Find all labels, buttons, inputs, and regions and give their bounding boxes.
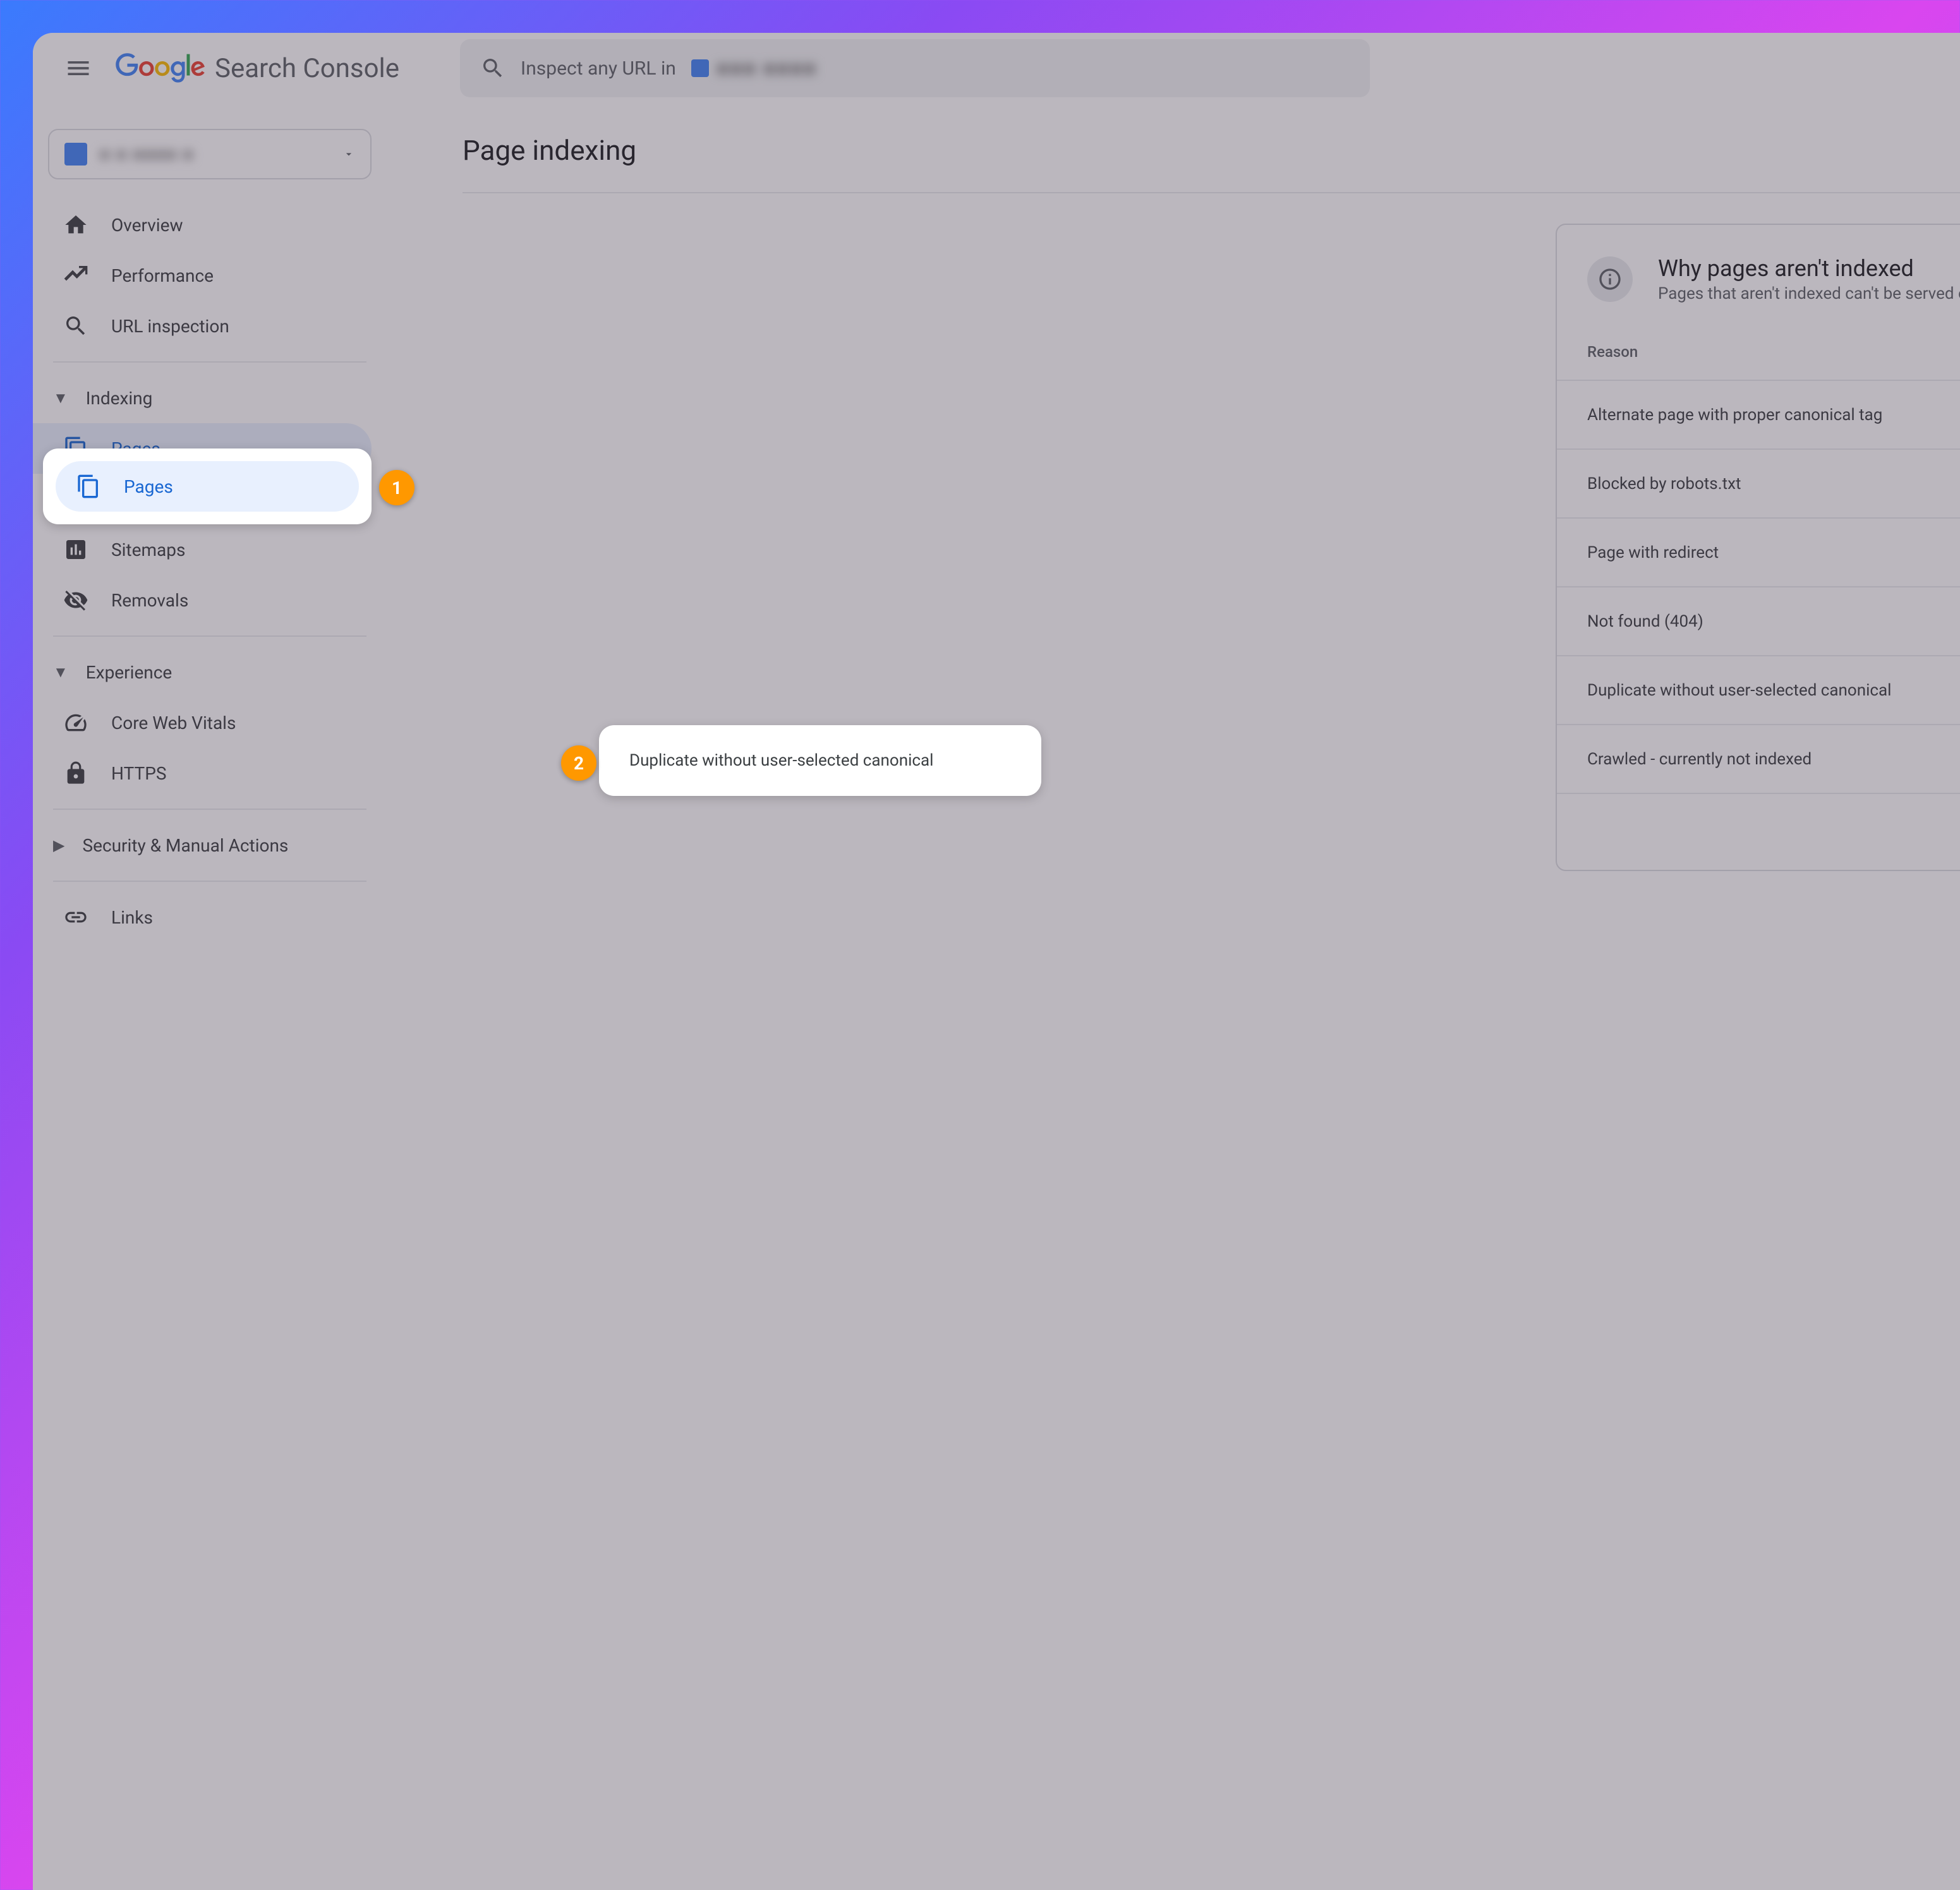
cell-reason: Duplicate without user-selected canonica…: [1557, 656, 1960, 725]
nav-performance[interactable]: Performance: [33, 250, 372, 301]
card-subtitle: Pages that aren't indexed can't be serve…: [1658, 284, 1960, 303]
cell-reason: Blocked by robots.txt: [1557, 449, 1960, 518]
link-icon: [63, 905, 88, 930]
cell-reason: Crawled - currently not indexed: [1557, 725, 1960, 793]
section-indexing[interactable]: ▼ Indexing: [33, 373, 387, 423]
lock-icon: [63, 761, 88, 786]
chevron-down-icon: ▼: [53, 389, 68, 407]
property-favicon-icon: [64, 143, 87, 166]
search-icon: [63, 313, 88, 339]
table-row[interactable]: Page with redirect Website ! Not Started…: [1557, 518, 1960, 587]
nav-videos[interactable]: Videos: [33, 474, 372, 524]
removals-icon: [63, 587, 88, 613]
sitemaps-icon: [63, 537, 88, 562]
col-reason[interactable]: Reason: [1557, 323, 1960, 380]
table-row[interactable]: Alternate page with proper canonical tag…: [1557, 380, 1960, 449]
pages-icon: [63, 436, 88, 461]
indexing-reasons-table: Reason Source ? Validation ↓ Trend Pages: [1557, 323, 1960, 794]
app-name: Search Console: [215, 53, 399, 84]
info-icon: [1587, 256, 1633, 302]
main-content: Page indexing EXPORT Why pages aren't in…: [387, 104, 1960, 1890]
google-logo-icon: [114, 53, 207, 83]
hamburger-menu-icon[interactable]: [53, 43, 104, 93]
tutorial-marker-1: 1: [379, 470, 414, 505]
nav-core-web-vitals[interactable]: Core Web Vitals: [33, 697, 372, 748]
chevron-down-icon: ▼: [53, 663, 68, 682]
nav-https[interactable]: HTTPS: [33, 748, 372, 798]
chart-line-icon: [63, 263, 88, 288]
nav-overview[interactable]: Overview: [33, 200, 372, 250]
table-row[interactable]: Crawled - currently not indexed Google s…: [1557, 725, 1960, 793]
cell-reason: Not found (404): [1557, 587, 1960, 656]
app-logo: Search Console: [114, 53, 399, 84]
table-row[interactable]: Duplicate without user-selected canonica…: [1557, 656, 1960, 725]
card-title: Why pages aren't indexed: [1658, 255, 1960, 282]
section-security[interactable]: ▶ Security & Manual Actions: [33, 820, 387, 870]
nav-removals[interactable]: Removals: [33, 575, 372, 625]
tutorial-marker-2: 2: [561, 745, 596, 781]
page-title: Page indexing: [463, 134, 636, 167]
nav-links[interactable]: Links: [33, 892, 372, 942]
app-header: Search Console Inspect any URL in ■■■ ■■…: [33, 33, 1960, 104]
cell-reason: Page with redirect: [1557, 518, 1960, 587]
videos-icon: [63, 486, 88, 512]
home-icon: [63, 212, 88, 238]
nav-sitemaps[interactable]: Sitemaps: [33, 524, 372, 575]
table-row[interactable]: Not found (404) Website ! Not Started 2: [1557, 587, 1960, 656]
property-name: ■ ■ ■■■■ ■: [100, 145, 330, 164]
sidebar: ■ ■ ■■■■ ■ Overview Performance URL insp…: [33, 104, 387, 1890]
table-footer: Rows per page: 10 1-6 of 6: [1557, 794, 1960, 870]
table-row[interactable]: Blocked by robots.txt Website ! Not Star…: [1557, 449, 1960, 518]
indexing-card: Why pages aren't indexed Pages that aren…: [1556, 224, 1960, 871]
site-favicon-icon: [691, 59, 709, 77]
cell-reason: Alternate page with proper canonical tag: [1557, 380, 1960, 449]
search-placeholder: Inspect any URL in: [521, 57, 676, 80]
nav-pages[interactable]: Pages: [33, 423, 372, 474]
chevron-right-icon: ▶: [53, 836, 64, 854]
url-inspect-search[interactable]: Inspect any URL in ■■■ ■■■■: [460, 39, 1370, 97]
section-experience[interactable]: ▼ Experience: [33, 647, 387, 697]
chevron-down-icon: [342, 148, 355, 160]
search-domain-chip: ■■■ ■■■■: [691, 56, 817, 80]
search-icon: [480, 56, 505, 81]
nav-url-inspection[interactable]: URL inspection: [33, 301, 372, 351]
speed-icon: [63, 710, 88, 735]
property-selector[interactable]: ■ ■ ■■■■ ■: [48, 129, 372, 179]
